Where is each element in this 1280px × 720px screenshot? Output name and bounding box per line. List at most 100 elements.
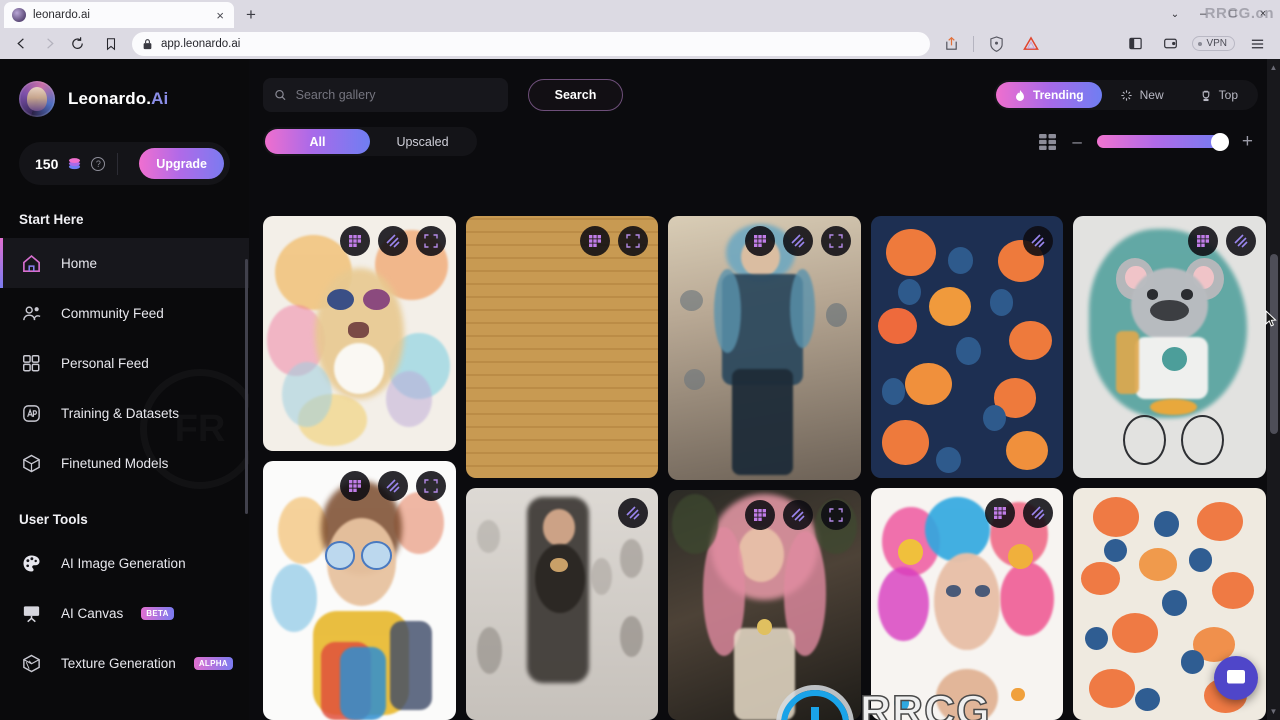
zoom-controls: – + <box>1039 132 1258 151</box>
sidebar-item-personal-feed[interactable]: Personal Feed <box>0 338 249 388</box>
leonardo-extension-icon[interactable] <box>1018 31 1044 57</box>
tab-top[interactable]: Top <box>1182 82 1256 108</box>
leonardo-app: FR Leonardo.Ai 150 ? Upgrade <box>0 59 1280 720</box>
new-tab-button[interactable]: + <box>246 5 256 25</box>
gallery-card-egyptian-hieroglyphics[interactable] <box>465 216 659 479</box>
sidebar-toggle-icon[interactable] <box>1122 31 1148 57</box>
hamburger-menu-icon[interactable] <box>1244 31 1270 57</box>
brand-header[interactable]: Leonardo.Ai <box>0 81 249 117</box>
tab-upscaled[interactable]: Upscaled <box>370 129 475 154</box>
browser-toolbar-right: VPN <box>938 31 1272 57</box>
zoom-in-button[interactable]: + <box>1242 132 1253 151</box>
gallery-card-koala-bicycle[interactable] <box>1073 216 1266 479</box>
window-minimize-button[interactable]: – <box>1188 1 1218 27</box>
forward-icon[interactable] <box>36 31 62 57</box>
sidebar-item-ai-canvas[interactable]: AI Canvas BETA <box>0 588 249 638</box>
page-scrollbar[interactable]: ▲ ▼ <box>1267 59 1280 720</box>
variation-icon[interactable] <box>782 226 813 256</box>
help-question-icon[interactable]: ? <box>91 156 106 171</box>
palette-icon <box>19 551 43 575</box>
tab-new[interactable]: New <box>1102 82 1182 108</box>
remix-icon[interactable] <box>985 498 1016 529</box>
vpn-badge[interactable]: VPN <box>1192 36 1235 51</box>
browser-tab[interactable]: leonardo.ai × <box>4 2 234 28</box>
vpn-status-dot <box>1198 41 1203 46</box>
wallet-icon[interactable] <box>1157 31 1183 57</box>
upgrade-button[interactable]: Upgrade <box>139 148 224 179</box>
gallery-card-character-sheet[interactable] <box>465 488 659 720</box>
variation-icon[interactable] <box>618 498 649 529</box>
bookmark-icon[interactable] <box>98 31 124 57</box>
tab-close-icon[interactable]: × <box>214 9 226 22</box>
card-action-buttons <box>744 226 851 256</box>
remix-icon[interactable] <box>339 226 370 256</box>
tab-all[interactable]: All <box>265 129 370 154</box>
page-scroll-thumb[interactable] <box>1270 254 1278 434</box>
expand-icon[interactable] <box>415 470 446 501</box>
card-action-buttons <box>744 499 851 530</box>
gallery-card-girl-blue-glasses[interactable] <box>263 460 456 720</box>
zoom-out-button[interactable]: – <box>1072 133 1081 150</box>
scroll-up-arrow[interactable]: ▲ <box>1269 63 1278 72</box>
sidebar-item-ai-image-generation[interactable]: AI Image Generation <box>0 538 249 588</box>
window-close-button[interactable]: × <box>1248 1 1278 27</box>
remix-icon[interactable] <box>744 499 775 530</box>
sidebar-item-label: AI Canvas <box>61 605 124 621</box>
tab-search-chevron-icon[interactable]: ⌄ <box>1162 1 1188 27</box>
variation-icon[interactable] <box>1023 226 1054 256</box>
remix-icon[interactable] <box>339 470 370 501</box>
variation-icon[interactable] <box>1225 226 1256 256</box>
sidebar-item-training-datasets[interactable]: Training & Datasets <box>0 388 249 438</box>
window-maximize-button[interactable]: □ <box>1218 1 1248 27</box>
gallery-card-orange-blue-floral[interactable] <box>870 216 1064 479</box>
training-dataset-icon <box>19 401 43 425</box>
url-bar[interactable]: app.leonardo.ai <box>132 31 931 56</box>
variation-icon[interactable] <box>377 470 408 501</box>
variation-icon[interactable] <box>377 226 408 256</box>
expand-icon[interactable] <box>820 499 851 530</box>
intercom-chat-button[interactable] <box>1214 656 1258 700</box>
remix-icon[interactable] <box>744 226 775 256</box>
zoom-slider-knob[interactable] <box>1210 132 1229 151</box>
card-action-buttons <box>985 498 1054 529</box>
search-box[interactable] <box>263 78 508 112</box>
sidebar-item-label: Training & Datasets <box>61 405 180 421</box>
expand-icon[interactable] <box>618 226 649 256</box>
brave-shield-icon[interactable] <box>983 31 1009 57</box>
search-input[interactable] <box>295 88 497 102</box>
back-icon[interactable] <box>8 31 34 57</box>
leonardo-avatar-logo <box>19 81 55 117</box>
beta-badge: BETA <box>141 606 174 620</box>
tab-trending[interactable]: Trending <box>995 82 1102 108</box>
share-icon[interactable] <box>938 31 964 57</box>
search-button[interactable]: Search <box>528 79 623 111</box>
remix-icon[interactable] <box>1187 226 1218 256</box>
filter-tab-group: All Upscaled <box>263 127 477 156</box>
reload-icon[interactable] <box>64 31 90 57</box>
variation-icon[interactable] <box>782 499 813 530</box>
gallery-card-pink-haired-fantasy[interactable] <box>668 489 861 720</box>
card-action-buttons <box>339 226 446 256</box>
sidebar-item-texture-generation[interactable]: Texture Generation ALPHA <box>0 638 249 688</box>
cube-model-icon <box>19 451 43 475</box>
expand-icon[interactable] <box>820 226 851 256</box>
gallery-card-watercolor-lion[interactable] <box>263 216 456 451</box>
gallery-card-colorful-hair-portrait[interactable] <box>870 488 1064 720</box>
sidebar-scrollbar[interactable] <box>245 259 248 514</box>
grid-view-icon[interactable] <box>1039 133 1057 150</box>
main-content: Search Trending <box>249 59 1280 720</box>
remix-icon[interactable] <box>580 226 611 256</box>
scroll-down-arrow[interactable]: ▼ <box>1269 707 1278 716</box>
sidebar-item-label: AI Image Generation <box>61 555 186 571</box>
brand-name: Leonardo.Ai <box>68 89 168 109</box>
zoom-slider[interactable] <box>1096 132 1229 151</box>
gallery-card-blue-haired-warrior[interactable] <box>668 216 861 480</box>
variation-icon[interactable] <box>1023 498 1054 529</box>
sidebar-item-community-feed[interactable]: Community Feed <box>0 288 249 338</box>
sidebar-item-finetuned-models[interactable]: Finetuned Models <box>0 438 249 488</box>
community-people-icon <box>19 301 43 325</box>
brand-name-suffix: Ai <box>151 89 169 108</box>
sidebar-item-label: Finetuned Models <box>61 455 169 471</box>
expand-icon[interactable] <box>415 226 446 256</box>
sidebar-item-home[interactable]: Home <box>0 238 249 288</box>
